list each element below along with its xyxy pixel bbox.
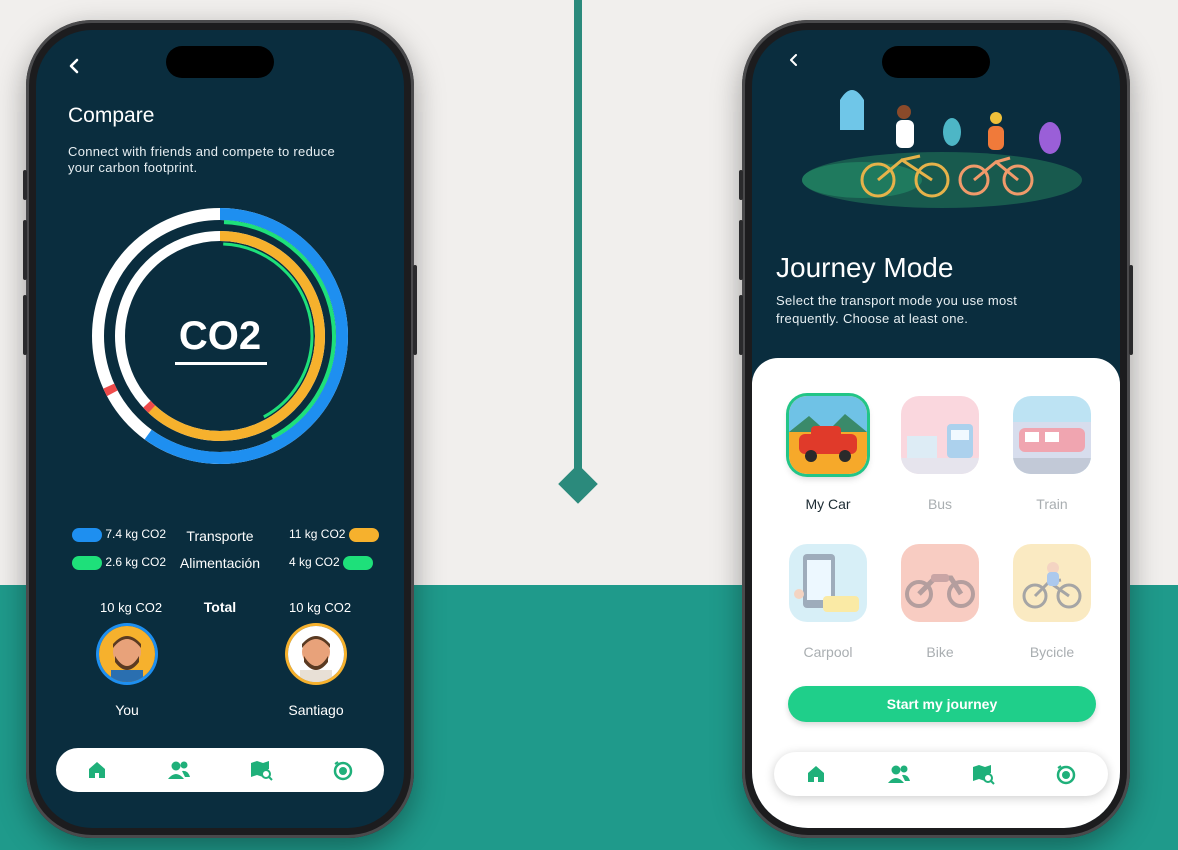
train-image [1013,396,1091,474]
motorbike-icon [901,544,979,622]
mode-my-car[interactable]: My Car [778,396,878,512]
home-icon [807,766,824,782]
history-icon [1057,765,1076,785]
friends-icon [168,761,190,779]
car-icon [789,396,867,474]
carpool-image [789,544,867,622]
start-journey-button[interactable]: Start my journey [788,686,1096,722]
mode-label: Bike [926,644,954,660]
map-search-icon [251,761,273,781]
co2-center-label: CO2 [178,314,262,358]
legend-right-2: 4 kg CO2 [289,555,374,570]
my-car-image [789,396,867,474]
avatar-name-you: You [115,702,139,718]
cyclists-illustration [802,90,1082,208]
mode-bus[interactable]: Bus [890,396,990,512]
mode-label: Bycicle [1029,644,1075,660]
mode-bycicle[interactable]: Bycicle [1002,544,1102,660]
back-arrow-icon[interactable] [788,54,800,66]
page-title: Compare [68,104,155,127]
nav-home[interactable] [85,758,109,782]
mode-bike[interactable]: Bike [890,544,990,660]
nav-home[interactable] [804,762,828,786]
compare-screen: Compare Connect with friends and compete… [36,30,404,828]
nav-history[interactable] [331,758,355,782]
page-subtitle: Connect with friends and compete to redu… [68,144,335,175]
avatar-santiago[interactable] [288,626,344,682]
nav-friends[interactable] [887,762,911,786]
dynamic-island [166,46,274,78]
phone-compare: Compare Connect with friends and compete… [23,20,417,838]
mode-train[interactable]: Train [1002,396,1102,512]
history-icon [333,761,353,781]
train-icon [1013,396,1091,474]
friends-icon [888,765,911,783]
bus-image [901,396,979,474]
mode-label: Train [1036,496,1068,512]
map-search-icon [972,765,995,785]
bus-icon [901,396,979,474]
co2-underline [175,362,267,365]
bicycle-icon [1013,544,1091,622]
avatar-you[interactable] [99,626,155,682]
avatar-santiago-icon [288,626,344,682]
dynamic-island [882,46,990,78]
nav-friends[interactable] [167,758,191,782]
divider-diamond [558,464,598,504]
home-icon [89,762,105,778]
mode-carpool[interactable]: Carpool [778,544,878,660]
carpool-icon [789,544,867,622]
bicycle-image [1013,544,1091,622]
mode-label: Carpool [803,644,853,660]
avatar-you-icon [99,626,155,682]
page-title: Journey Mode [776,252,954,283]
legend-green-pill [343,555,374,570]
nav-map-search[interactable] [971,762,995,786]
legend-right-value: 11 kg CO2 [289,527,346,541]
nav-map-search[interactable] [249,758,273,782]
bottom-nav [774,752,1108,796]
total-right-value: 10 kg CO2 [289,600,352,615]
bottom-nav [56,748,384,792]
divider-line [574,0,582,470]
page-subtitle: Select the transport mode you use most f… [776,293,1018,326]
legend-yellow-pill [348,527,379,542]
journey-mode-screen: Journey Mode Select the transport mode y… [752,30,1120,828]
phone-journey-mode: Journey Mode Select the transport mode y… [739,20,1133,838]
mode-label: Bus [927,496,953,512]
back-arrow-icon[interactable] [66,58,82,74]
avatar-name-santiago: Santiago [288,702,344,718]
legend-right-value: 4 kg CO2 [289,555,340,569]
nav-history[interactable] [1054,762,1078,786]
bike-image [901,544,979,622]
mode-label: My Car [805,496,851,512]
legend-right-1: 11 kg CO2 [289,527,379,542]
